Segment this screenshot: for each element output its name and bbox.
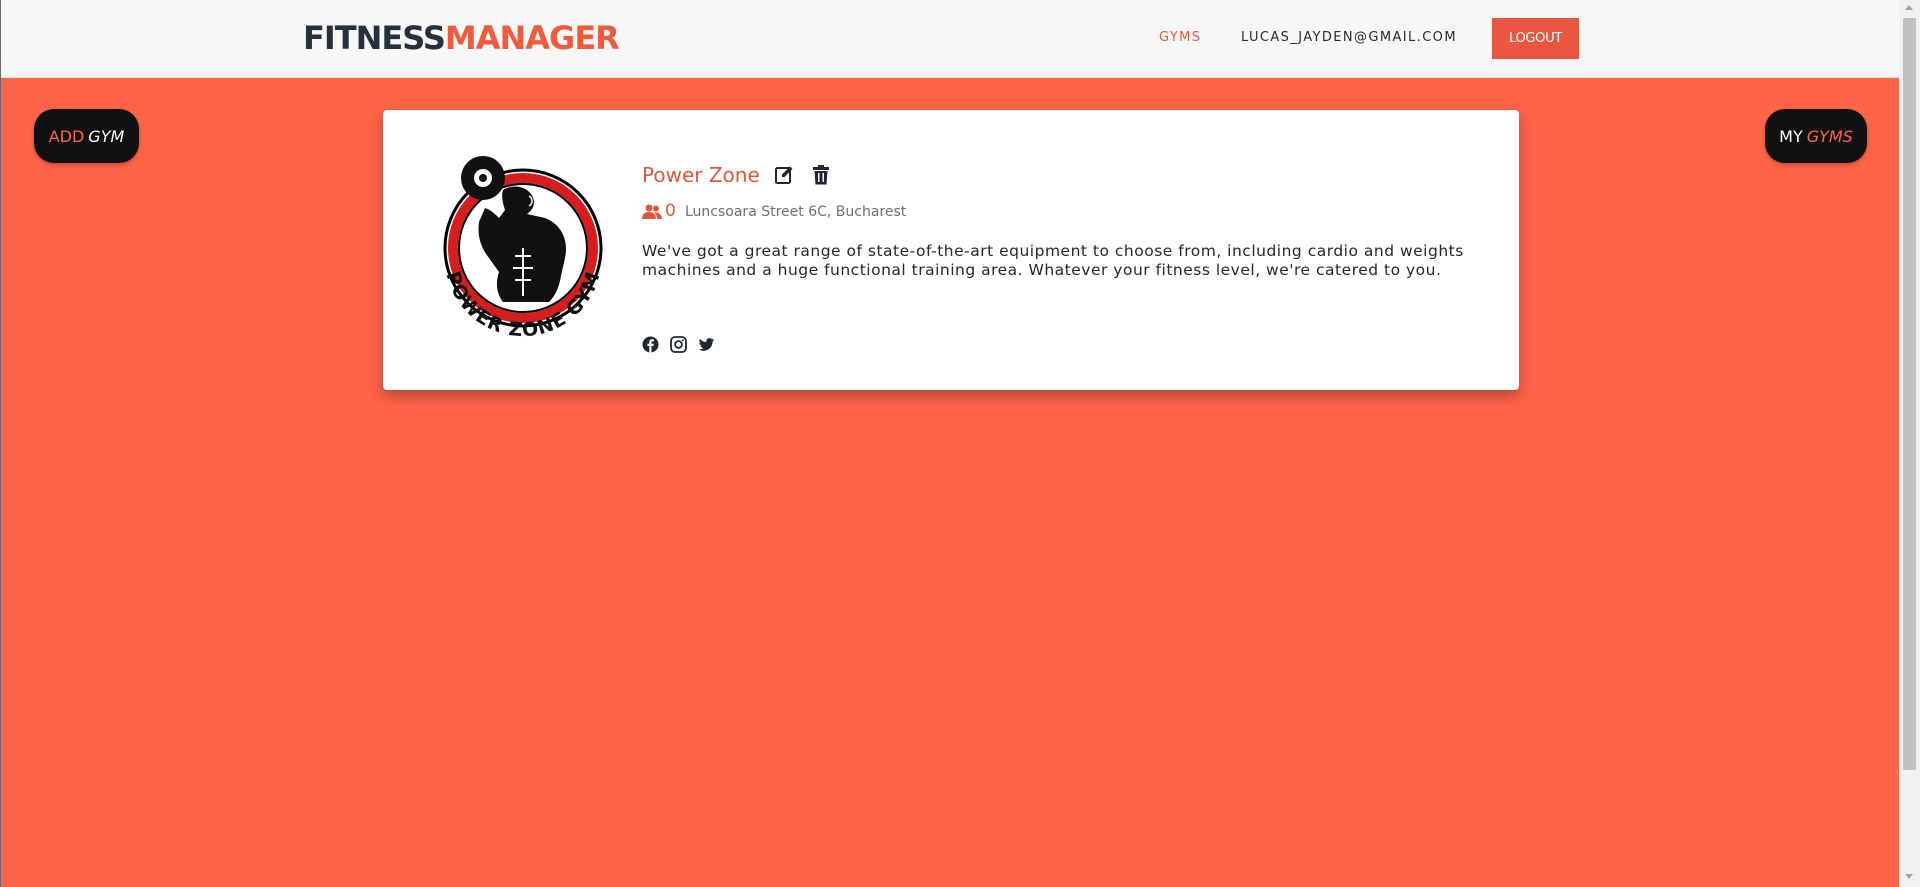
my-gyms-button[interactable]: MY GYMS xyxy=(1765,109,1867,163)
main-content: ADD GYM MY GYMS POWER ZONE GYM Power Zon… xyxy=(1,78,1899,887)
brand-logo[interactable]: FITNESSMANAGER xyxy=(303,18,620,58)
gym-description: We've got a great range of state-of-the-… xyxy=(642,242,1464,279)
scrollbar-thumb[interactable] xyxy=(1903,18,1916,770)
browser-viewport: FITNESSMANAGER GYMS LUCAS_JAYDEN@GMAIL.C… xyxy=(0,0,1899,887)
trash-icon[interactable] xyxy=(810,164,832,186)
nav-gyms-link[interactable]: GYMS xyxy=(1159,28,1201,48)
nav-user-email[interactable]: LUCAS_JAYDEN@GMAIL.COM xyxy=(1241,28,1457,48)
brand-part-manager: MANAGER xyxy=(444,19,620,57)
top-navbar: FITNESSMANAGER GYMS LUCAS_JAYDEN@GMAIL.C… xyxy=(1,0,1899,78)
brand-part-fitness: FITNESS xyxy=(303,19,446,57)
add-gym-label-word1: ADD xyxy=(48,126,85,146)
add-gym-button[interactable]: ADD GYM xyxy=(34,109,139,163)
facebook-icon[interactable] xyxy=(642,336,660,354)
scroll-down-arrow-icon[interactable] xyxy=(1905,874,1913,879)
gym-card: POWER ZONE GYM Power Zone 0 Luncsoara St… xyxy=(383,110,1519,390)
edit-icon[interactable] xyxy=(773,164,795,186)
twitter-icon[interactable] xyxy=(698,336,716,354)
add-gym-label-word2: GYM xyxy=(88,126,125,146)
gym-logo: POWER ZONE GYM xyxy=(442,156,604,341)
instagram-icon[interactable] xyxy=(670,336,688,354)
users-icon xyxy=(642,204,662,220)
gym-name[interactable]: Power Zone xyxy=(642,162,760,188)
my-gyms-label-word2: GYMS xyxy=(1806,126,1853,146)
scroll-up-arrow-icon[interactable] xyxy=(1905,5,1913,10)
gym-address: Luncsoara Street 6C, Bucharest xyxy=(685,204,907,220)
my-gyms-label-word1: MY xyxy=(1779,126,1803,146)
members-count: 0 xyxy=(665,201,676,221)
logout-button[interactable]: LOGOUT xyxy=(1492,18,1579,59)
